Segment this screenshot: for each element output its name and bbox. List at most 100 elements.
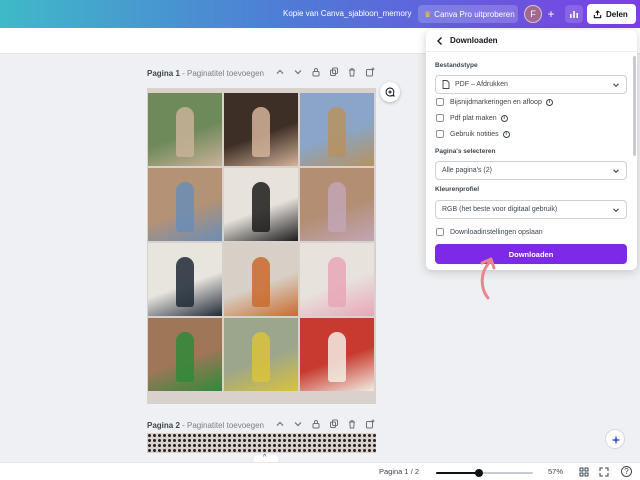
photo-subject (252, 332, 270, 382)
photo-12[interactable] (300, 318, 374, 391)
duplicate-icon[interactable] (329, 67, 339, 78)
chevron-down-icon[interactable] (293, 67, 303, 78)
photo-subject (252, 257, 270, 307)
photo-11[interactable] (224, 318, 298, 391)
photo-5[interactable] (224, 168, 298, 241)
photo-subject (176, 257, 194, 307)
annotation-arrow-icon (480, 257, 496, 300)
back-arrow-icon[interactable] (434, 35, 446, 47)
page-1-name: Pagina 1 (147, 68, 180, 78)
pages-label: Pagina's selecteren (435, 148, 496, 155)
save-settings-checkbox[interactable] (436, 228, 444, 236)
chevron-down-icon (613, 169, 619, 174)
file-type-label: Bestandstype (435, 62, 478, 69)
crop-marks-label: Bijsnijdmarkeringen en afloop (450, 98, 542, 106)
insights-button[interactable] (565, 5, 583, 23)
fullscreen-icon[interactable] (598, 466, 610, 478)
photo-1[interactable] (148, 93, 222, 166)
trash-icon[interactable] (347, 67, 357, 78)
zoom-slider[interactable] (436, 469, 533, 477)
zoom-level[interactable]: 57% (548, 467, 563, 476)
lock-icon[interactable] (311, 67, 321, 78)
bar-chart-icon (570, 11, 578, 18)
option-save-settings[interactable]: Downloadinstellingen opslaan (436, 227, 543, 237)
chevron-down-icon (613, 208, 619, 213)
zoom-slider-fill (436, 472, 479, 474)
zoom-slider-thumb[interactable] (474, 469, 483, 477)
photo-9[interactable] (300, 243, 374, 316)
download-panel-header: Downloaden (426, 30, 637, 52)
download-panel-title: Downloaden (450, 36, 498, 45)
comment-button[interactable] (380, 82, 400, 102)
footer-bar: Pagina 1 / 2 57% ? (0, 462, 640, 480)
photo-subject (328, 182, 346, 232)
download-panel: Downloaden Bestandstype PDF – Afdrukken … (426, 30, 637, 270)
page-2-canvas[interactable] (147, 433, 376, 453)
top-bar: Kopie van Canva_sjabloon_memory ♛ Canva … (0, 0, 640, 28)
chevron-up-icon[interactable] (275, 419, 285, 430)
photo-subject (328, 332, 346, 382)
document-title[interactable]: Kopie van Canva_sjabloon_memory (283, 9, 412, 18)
share-button[interactable]: Delen (587, 4, 636, 24)
photo-subject (328, 257, 346, 307)
pages-select[interactable]: Alle pagina's (2) (435, 161, 627, 180)
panel-scrollbar[interactable] (633, 56, 636, 156)
download-button[interactable]: Downloaden (435, 244, 627, 264)
page-1-canvas[interactable] (147, 88, 376, 404)
page-2-name: Pagina 2 (147, 420, 180, 430)
magic-assistant-button[interactable] (605, 429, 625, 449)
help-icon[interactable]: ? (621, 466, 632, 477)
page-1-title[interactable]: Paginatitel toevoegen (187, 69, 264, 78)
photo-subject (328, 107, 346, 157)
photo-10[interactable] (148, 318, 222, 391)
share-label: Delen (606, 9, 628, 19)
crown-icon: ♛ (424, 9, 432, 19)
canva-pro-label: Canva Pro uitproberen (434, 9, 515, 19)
pages-value: Alle pagina's (2) (442, 167, 492, 174)
color-profile-select[interactable]: RGB (het beste voor digitaal gebruik) (435, 200, 627, 219)
comment-add-icon (385, 87, 395, 97)
photo-8[interactable] (224, 243, 298, 316)
photo-7[interactable] (148, 243, 222, 316)
chevron-up-icon[interactable] (275, 67, 285, 78)
photo-3[interactable] (300, 93, 374, 166)
page-indicator[interactable]: Pagina 1 / 2 (379, 467, 419, 476)
photo-2[interactable] (224, 93, 298, 166)
photo-subject (252, 107, 270, 157)
trash-icon[interactable] (347, 419, 357, 430)
file-type-select[interactable]: PDF – Afdrukken (435, 75, 627, 94)
page-2-separator: - (179, 420, 188, 430)
add-page-icon[interactable] (365, 419, 375, 430)
photo-4[interactable] (148, 168, 222, 241)
grid-view-icon[interactable] (578, 466, 590, 478)
page-2-title[interactable]: Paginatitel toevoegen (187, 421, 264, 430)
color-profile-label: Kleurenprofiel (435, 186, 480, 193)
option-crop-marks[interactable]: Bijsnijdmarkeringen en afloop i (436, 97, 553, 107)
chevron-up-icon: ^ (263, 454, 267, 461)
option-use-notes[interactable]: Gebruik notities i (436, 129, 510, 139)
chevron-down-icon[interactable] (293, 419, 303, 430)
page-2-tools (275, 419, 375, 430)
info-icon[interactable]: i (545, 98, 553, 106)
option-flatten-pdf[interactable]: Pdf plat maken i (436, 113, 508, 123)
canva-pro-button[interactable]: ♛ Canva Pro uitproberen (418, 5, 518, 23)
add-page-icon[interactable] (365, 67, 375, 78)
use-notes-checkbox[interactable] (436, 130, 444, 138)
avatar[interactable]: F (524, 5, 542, 23)
crop-marks-checkbox[interactable] (436, 98, 444, 106)
flatten-pdf-checkbox[interactable] (436, 114, 444, 122)
photo-subject (252, 182, 270, 232)
photo-subject (176, 107, 194, 157)
photo-6[interactable] (300, 168, 374, 241)
add-collaborator-button[interactable]: + (544, 5, 558, 23)
info-icon[interactable]: i (502, 130, 510, 138)
flatten-pdf-label: Pdf plat maken (450, 114, 497, 122)
lock-icon[interactable] (311, 419, 321, 430)
use-notes-label: Gebruik notities (450, 130, 499, 138)
sparkle-icon (611, 435, 621, 445)
page-1-tools (275, 67, 375, 78)
color-profile-value: RGB (het beste voor digitaal gebruik) (442, 206, 558, 213)
duplicate-icon[interactable] (329, 419, 339, 430)
page-2-header: Pagina 2 - Paginatitel toevoegen (147, 418, 377, 432)
info-icon[interactable]: i (500, 114, 508, 122)
